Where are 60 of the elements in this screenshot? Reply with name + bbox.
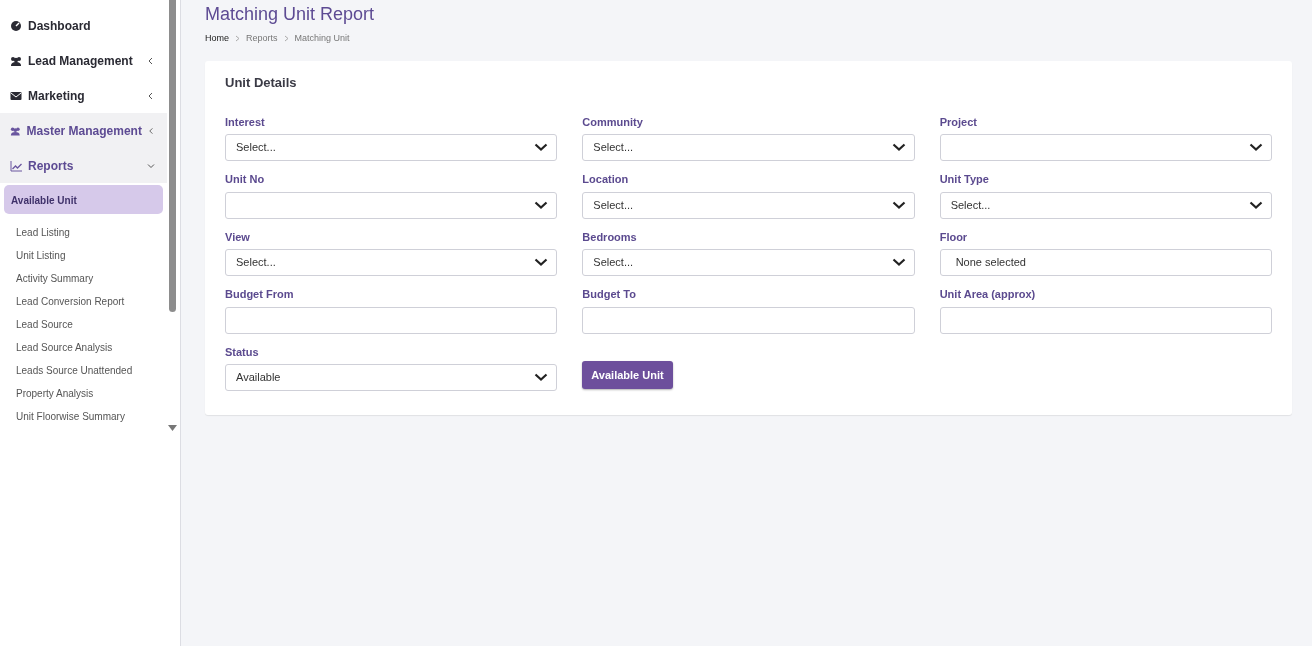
submit-button[interactable]: Available Unit [582, 360, 673, 390]
sidebar-item[interactable]: Marketing [0, 78, 167, 113]
input-field[interactable] [939, 306, 1272, 334]
field-label: Project [939, 114, 977, 130]
submenu-item[interactable]: Lead Conversion Report [4, 290, 163, 313]
field-label: Interest [225, 114, 265, 130]
field-label: Location [582, 172, 629, 188]
dropdown[interactable]: Select... [582, 134, 915, 162]
dropdown[interactable]: Select... [225, 134, 558, 162]
caret-icon [534, 143, 549, 153]
scrollbar-thumb[interactable] [169, 0, 176, 312]
field-label: Community [582, 114, 643, 130]
field-label: Floor [939, 229, 968, 245]
breadcrumb-link[interactable]: Home [205, 31, 229, 46]
sidebar-item[interactable]: Reports [0, 148, 167, 183]
caret-icon [534, 200, 549, 210]
dropdown[interactable]: Select... [939, 191, 1272, 219]
caret-icon [891, 258, 906, 268]
submenu-item[interactable]: Activity Summary [4, 267, 163, 290]
page-title: Matching Unit Report [205, 4, 376, 26]
gauge-icon [10, 19, 22, 32]
field-label: Unit No [225, 172, 265, 188]
submenu-item[interactable]: Lead Source [4, 313, 163, 336]
sidebar-item[interactable]: Lead Management [0, 43, 167, 78]
caret-icon [534, 373, 549, 383]
field-label: View [225, 229, 250, 245]
field-label: Status [225, 344, 259, 360]
caret-icon [891, 143, 906, 153]
field-label: Budget To [582, 287, 636, 303]
submenu-item[interactable]: Available Unit [4, 185, 163, 214]
field-label: Budget From [225, 287, 294, 303]
input-field[interactable] [225, 306, 558, 334]
submenu-item[interactable]: Lead Source Analysis [4, 336, 163, 359]
caret-icon [1249, 143, 1263, 153]
caret-icon [534, 258, 549, 268]
dropdown[interactable]: Select... [225, 249, 558, 277]
dropdown[interactable] [225, 191, 558, 219]
users-icon [10, 54, 22, 67]
dropdown[interactable]: Select... [582, 191, 915, 219]
input-field[interactable] [582, 306, 915, 334]
submenu-item[interactable]: Leads Source Unattended [4, 359, 163, 382]
field-label: Bedrooms [582, 229, 637, 245]
multiselect-dropdown[interactable]: None selected [939, 249, 1272, 277]
submenu-item[interactable]: Unit Listing [4, 244, 163, 267]
field-label: Unit Type [939, 172, 989, 188]
dropdown[interactable]: Available [225, 364, 558, 392]
envelope-icon [10, 89, 22, 102]
line-chart-icon [10, 159, 22, 172]
submenu-item[interactable]: Unit Floorwise Summary [4, 405, 163, 428]
caret-icon [1249, 200, 1263, 210]
dropdown[interactable]: Select... [582, 249, 915, 277]
sidebar-item[interactable]: Dashboard [0, 8, 167, 43]
dropdown[interactable] [939, 134, 1272, 162]
submenu-item[interactable]: Lead Listing [4, 221, 163, 244]
caret-icon [891, 200, 906, 210]
field-label: Unit Area (approx) [939, 287, 1036, 303]
sidebar-item[interactable]: Master Management [0, 113, 167, 148]
card-title: Unit Details [225, 74, 298, 93]
scroll-down-icon[interactable] [168, 425, 177, 431]
submenu-item[interactable]: Property Analysis [4, 382, 163, 405]
